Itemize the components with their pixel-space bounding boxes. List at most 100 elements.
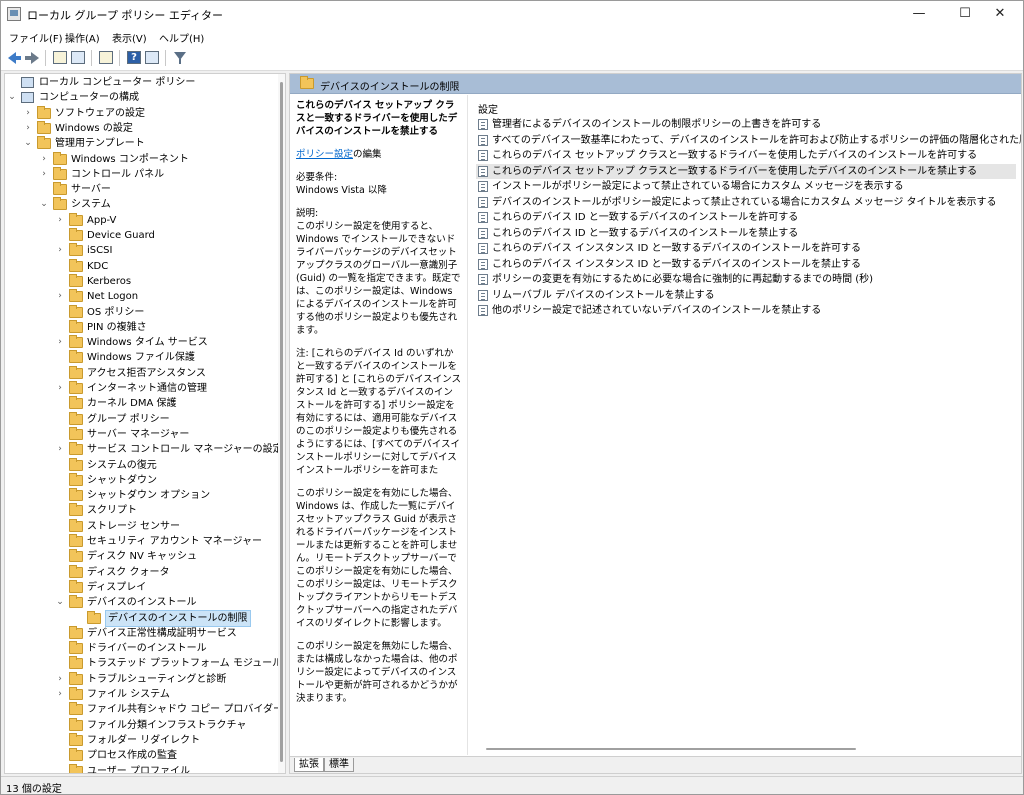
tree-scrollbar[interactable] [278, 74, 285, 773]
navigation-tree[interactable]: ローカル コンピューター ポリシー ⌄ コンピューターの構成 › ソフトウェアの設定 › W… [4, 73, 286, 774]
toolbar-separator [91, 50, 92, 66]
collapsed-chevron-icon[interactable]: › [55, 213, 65, 228]
folder-icon [69, 258, 83, 272]
settings-hscrollbar-thumb[interactable] [486, 748, 856, 750]
tree-item-label: Windows の設定 [55, 122, 133, 134]
edit-policy-link[interactable]: ポリシー設定 [296, 149, 353, 160]
app-window: ローカル グループ ポリシー エディター — ☐ ✕ ファイル(F) 操作(A)… [0, 0, 1024, 795]
collapsed-chevron-icon[interactable]: › [55, 442, 65, 457]
tree-item-label: デバイスのインストールの制限 [105, 609, 251, 627]
expanded-chevron-icon[interactable]: ⌄ [23, 136, 33, 151]
show-tree-button[interactable] [69, 49, 87, 67]
setting-label: デバイスのインストールがポリシー設定によって禁止されている場合にカスタム メッセ… [492, 196, 997, 208]
tree-item-label: デバイスのインストール [87, 597, 197, 609]
up-folder-button[interactable] [51, 49, 69, 67]
setting-row[interactable]: 他のポリシー設定で記述されていないデバイスのインストールを禁止する [476, 303, 1016, 318]
setting-label: これらのデバイス セットアップ クラスと一致するドライバーを使用したデバイスのイ… [492, 165, 978, 177]
collapsed-chevron-icon[interactable]: › [55, 672, 65, 687]
folder-icon [69, 472, 83, 486]
collapsed-chevron-icon[interactable]: › [23, 121, 33, 136]
folder-icon [69, 549, 83, 563]
folder-icon [69, 228, 83, 241]
setting-row[interactable]: インストールがポリシー設定によって禁止されている場合にカスタム メッセージを表示… [476, 179, 1016, 194]
tree-item-label: ストレージ センサー [87, 520, 180, 532]
tree-item-label: OS ポリシー [87, 306, 145, 318]
tab-expanded[interactable]: 拡張 [294, 758, 324, 772]
setting-row[interactable]: これらのデバイス セットアップ クラスと一致するドライバーを使用したデバイスのイ… [476, 148, 1016, 163]
collapsed-chevron-icon[interactable]: › [39, 152, 49, 167]
requirements-label: 必要条件: [296, 172, 338, 183]
tab-standard[interactable]: 標準 [324, 758, 354, 772]
properties-button[interactable] [143, 49, 161, 67]
collapsed-chevron-icon[interactable]: › [55, 381, 65, 396]
minimize-button[interactable]: — [896, 1, 942, 27]
requirements-value: Windows Vista 以降 [296, 185, 387, 196]
properties-icon [145, 51, 159, 64]
collapsed-chevron-icon[interactable]: › [55, 335, 65, 350]
folder-icon [69, 763, 83, 773]
details-header-title: デバイスのインストールの制限 [320, 82, 460, 93]
tree-item-label: 管理用テンプレート [55, 138, 145, 150]
collapsed-chevron-icon[interactable]: › [55, 289, 65, 304]
menu-file[interactable]: ファイル(F) [9, 30, 63, 45]
menu-action[interactable]: 操作(A) [65, 30, 100, 45]
tree-item-label: インターネット通信の管理 [87, 383, 207, 394]
expanded-chevron-icon[interactable]: ⌄ [55, 595, 65, 610]
policy-setting-icon [478, 274, 488, 285]
policy-setting-icon [478, 134, 488, 146]
settings-list[interactable]: 設定 管理者によるデバイスのインストールの制限ポリシーの上書きを許可する すべての… [472, 95, 1021, 755]
folder-icon [69, 426, 83, 440]
menu-view[interactable]: 表示(V) [112, 30, 147, 45]
back-button[interactable] [5, 49, 23, 67]
folder-icon [53, 197, 67, 211]
tree-item-label: ファイル共有シャドウ コピー プロバイダー [87, 704, 283, 716]
setting-row[interactable]: 管理者によるデバイスのインストールの制限ポリシーの上書きを許可する [476, 117, 1016, 132]
tree-item-label: システム [71, 199, 111, 211]
menu-help[interactable]: ヘルプ(H) [159, 30, 204, 45]
export-list-button[interactable] [97, 49, 115, 67]
expanded-chevron-icon[interactable]: ⌄ [39, 197, 49, 212]
tree-item-label: スクリプト [87, 505, 137, 517]
close-button[interactable]: ✕ [977, 1, 1023, 27]
tree-item-label: Kerberos [87, 275, 132, 287]
setting-row[interactable]: デバイスのインストールがポリシー設定によって禁止されている場合にカスタム メッセ… [476, 195, 1016, 210]
setting-row[interactable]: これらのデバイス セットアップ クラスと一致するドライバーを使用したデバイスのイ… [476, 163, 1016, 179]
folder-icon [69, 212, 83, 226]
collapsed-chevron-icon[interactable]: › [23, 106, 33, 121]
filter-button[interactable] [171, 49, 189, 67]
setting-row[interactable]: これらのデバイス インスタンス ID と一致するデバイスのインストールを許可する [476, 241, 1016, 256]
collapsed-chevron-icon[interactable]: › [55, 243, 65, 258]
requirements: 必要条件: Windows Vista 以降 [296, 171, 461, 197]
setting-row[interactable]: これらのデバイス ID と一致するデバイスのインストールを許可する [476, 210, 1016, 225]
collapsed-chevron-icon[interactable]: › [39, 167, 49, 182]
setting-row[interactable]: ポリシーの変更を有効にするために必要な場合に強制的に再起動するまでの時間 (秒) [476, 272, 1016, 287]
setting-row[interactable]: すべてのデバイス一致基準にわたって、デバイスのインストールを許可および防止するポ… [476, 133, 1021, 148]
setting-row[interactable]: リムーバブル デバイスのインストールを禁止する [476, 288, 1016, 303]
setting-row[interactable]: これらのデバイス ID と一致するデバイスのインストールを禁止する [476, 226, 1016, 241]
tree-item-label: プロセス作成の監査 [87, 750, 177, 762]
title-bar[interactable]: ローカル グループ ポリシー エディター — ☐ ✕ [1, 1, 1023, 27]
tree-item-label: ディスク NV キャッシュ [87, 551, 197, 563]
expanded-chevron-icon[interactable]: ⌄ [7, 90, 17, 105]
tree-item-label: トラステッド プラットフォーム モジュール サービス [87, 658, 285, 670]
policy-setting-icon [478, 196, 488, 208]
help-button[interactable]: ? [125, 49, 143, 67]
tree-item-label: サーバー [71, 184, 111, 196]
forward-button[interactable] [23, 49, 41, 67]
tree-item-label: ディスク クォータ [87, 566, 170, 578]
settings-column-header[interactable]: 設定 [478, 101, 498, 116]
gpedit-app-icon [7, 7, 21, 21]
folder-icon [69, 243, 83, 257]
setting-row[interactable]: これらのデバイス インスタンス ID と一致するデバイスのインストールを禁止する [476, 257, 1016, 272]
settings-hscrollbar[interactable] [476, 746, 1021, 752]
tree-scrollbar-thumb[interactable] [280, 82, 283, 762]
collapsed-chevron-icon[interactable]: › [55, 687, 65, 702]
folder-icon [69, 381, 83, 394]
policy-title: これらのデバイス セットアップ クラスと一致するドライバーを使用したデバイスのイ… [296, 100, 458, 137]
